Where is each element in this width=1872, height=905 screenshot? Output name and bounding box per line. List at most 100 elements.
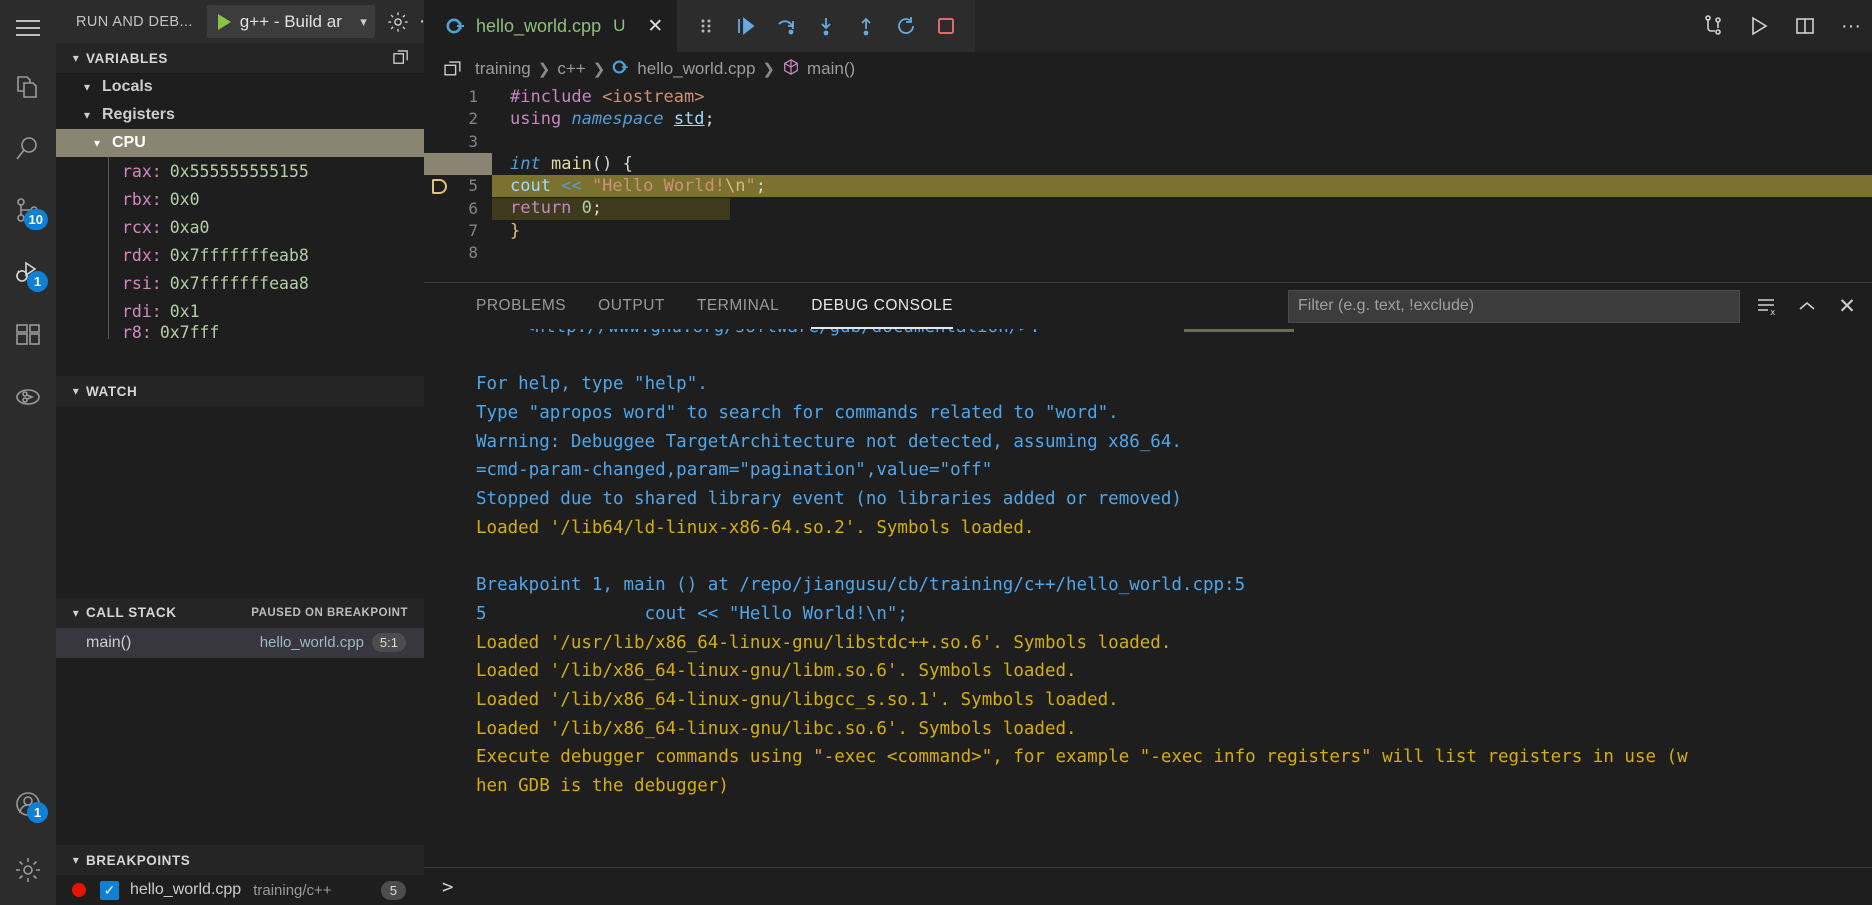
debug-settings-gear-icon[interactable]: [387, 9, 409, 35]
editor-actions: ···: [1698, 0, 1872, 52]
chevron-down-icon[interactable]: ▾: [88, 136, 106, 150]
step-over-icon[interactable]: [771, 11, 801, 41]
breakpoint-path: training/c++: [253, 881, 332, 899]
toggle-panel-icon[interactable]: [438, 54, 468, 84]
stop-icon[interactable]: [931, 11, 961, 41]
chevron-down-icon[interactable]: ▾: [78, 108, 96, 122]
accounts-icon[interactable]: 1: [0, 773, 56, 835]
clear-console-icon[interactable]: x: [1754, 293, 1780, 319]
maximize-panel-icon[interactable]: [1794, 293, 1820, 319]
callstack-frame-row[interactable]: main() hello_world.cpp 5:1: [56, 627, 424, 658]
start-debug-play-icon[interactable]: [217, 13, 231, 30]
editor-gutter[interactable]: 1 2 3 4 5 6 7 8: [424, 86, 492, 282]
source-control-graph-icon[interactable]: [1698, 11, 1728, 41]
extensions-icon[interactable]: [0, 304, 56, 366]
debug-configuration-dropdown[interactable]: g++ - Build ar ▾: [206, 5, 375, 39]
source-control-icon[interactable]: 10: [0, 180, 56, 242]
register-row[interactable]: rsi: 0x7fffffffeaa8: [56, 269, 424, 298]
breadcrumb-item-cpp[interactable]: c++: [557, 59, 585, 79]
console-line: Warning: Debuggee TargetArchitecture not…: [476, 428, 1872, 457]
settings-gear-icon[interactable]: [0, 835, 56, 905]
panel-actions: Filter (e.g. text, !exclude) x ✕: [1288, 289, 1872, 323]
close-icon[interactable]: ✕: [647, 17, 663, 36]
register-value: 0x555555555155: [169, 161, 309, 181]
variables-tree[interactable]: ▾ Locals ▾ Registers ▾ CPU rax: 0x555555…: [56, 73, 424, 377]
code-line: return 0;: [510, 198, 603, 219]
console-line: Loaded '/lib/x86_64-linux-gnu/libgcc_s.s…: [476, 686, 1872, 715]
breadcrumb-label: main(): [807, 59, 856, 78]
step-into-icon[interactable]: [811, 11, 841, 41]
register-row-partial[interactable]: r8: 0x7fff: [56, 325, 424, 340]
register-row[interactable]: rdx: 0x7fffffffeab8: [56, 241, 424, 270]
code-editor[interactable]: 1 2 3 4 5 6 7 8 #include <iostream> usin…: [424, 86, 1872, 282]
console-text: Stopped due to shared library event (no …: [476, 489, 1182, 510]
callstack-list[interactable]: main() hello_world.cpp 5:1: [56, 627, 424, 845]
variables-section-header[interactable]: ▾ VARIABLES: [56, 43, 424, 74]
watch-section-header[interactable]: ▾ WATCH: [56, 376, 424, 407]
breakpoint-dot-icon[interactable]: [72, 883, 86, 897]
tab-label: OUTPUT: [598, 297, 665, 314]
testing-icon[interactable]: [0, 366, 56, 428]
breakpoints-section-header[interactable]: ▾ BREAKPOINTS: [56, 845, 424, 875]
chevron-down-icon[interactable]: ▾: [360, 14, 367, 30]
chevron-down-icon[interactable]: ▾: [66, 384, 86, 398]
step-out-icon[interactable]: [851, 11, 881, 41]
tab-debug-console[interactable]: DEBUG CONSOLE: [811, 283, 953, 329]
chevron-down-icon[interactable]: ▾: [66, 853, 86, 867]
breakpoint-checkbox[interactable]: ✓: [100, 880, 119, 900]
line-number: 6: [468, 198, 478, 218]
drag-handle-icon[interactable]: [691, 11, 721, 41]
close-panel-icon[interactable]: ✕: [1834, 293, 1860, 319]
explorer-icon[interactable]: [0, 56, 56, 118]
search-icon[interactable]: [0, 118, 56, 180]
callstack-label: CALL STACK: [86, 605, 177, 621]
line-number: 5: [468, 176, 478, 196]
line-number: 8: [468, 243, 478, 263]
breakpoint-current-arrow-icon[interactable]: [432, 179, 447, 195]
variables-node-registers[interactable]: ▾ Registers: [56, 101, 424, 129]
collapse-all-icon[interactable]: [393, 49, 414, 67]
callstack-section-header[interactable]: ▾ CALL STACK PAUSED ON BREAKPOINT: [56, 597, 424, 628]
debug-sidebar: RUN AND DEB... g++ - Build ar ▾ ··· ▾ VA…: [56, 0, 424, 905]
register-row[interactable]: rax: 0x555555555155: [56, 157, 424, 186]
code-line: int main() {: [510, 153, 633, 174]
breadcrumb-item-training[interactable]: training: [475, 59, 531, 79]
console-line: 5 cout << "Hello World!\n";: [476, 600, 1872, 629]
chevron-down-icon[interactable]: ▾: [66, 51, 86, 65]
debug-console-output[interactable]: <http://www.gnu.org/software/gdb/documen…: [424, 329, 1872, 867]
menu-icon[interactable]: [0, 0, 56, 56]
breakpoint-file: hello_world.cpp: [130, 881, 242, 898]
svg-text:x: x: [1770, 308, 1776, 316]
register-row[interactable]: rcx: 0xa0: [56, 213, 424, 242]
register-name: rcx:: [122, 217, 162, 237]
console-line: <http://www.gnu.org/software/gdb/documen…: [476, 329, 1872, 342]
chevron-down-icon[interactable]: ▾: [78, 80, 96, 94]
run-and-debug-icon[interactable]: 1: [0, 242, 56, 304]
tab-terminal[interactable]: TERMINAL: [697, 283, 779, 329]
breakpoint-row[interactable]: ✓ hello_world.cpp training/c++ 5: [56, 875, 424, 905]
tab-output[interactable]: OUTPUT: [598, 283, 665, 329]
tree-node-label: Locals: [102, 78, 153, 96]
restart-icon[interactable]: [891, 11, 921, 41]
chevron-down-icon[interactable]: ▾: [66, 606, 86, 620]
tab-problems[interactable]: PROBLEMS: [476, 283, 566, 329]
breakpoints-list[interactable]: ✓ hello_world.cpp training/c++ 5: [56, 875, 424, 905]
register-row[interactable]: rbx: 0x0: [56, 185, 424, 214]
editor-tab-hello-world[interactable]: hello_world.cpp U ✕: [424, 0, 678, 52]
debug-config-label: g++ - Build ar: [239, 11, 342, 31]
debug-console-input[interactable]: >: [424, 867, 1872, 905]
continue-icon[interactable]: [731, 11, 761, 41]
watch-list[interactable]: [56, 406, 424, 598]
split-editor-icon[interactable]: [1790, 11, 1820, 41]
variables-node-cpu[interactable]: ▾ CPU: [56, 129, 424, 158]
run-file-icon[interactable]: [1744, 11, 1774, 41]
breadcrumb-item-symbol[interactable]: main(): [782, 58, 855, 81]
breadcrumb-item-file[interactable]: hello_world.cpp: [612, 58, 755, 81]
variables-node-locals[interactable]: ▾ Locals: [56, 73, 424, 101]
register-row[interactable]: rdi: 0x1: [56, 297, 424, 326]
frame-name: main(): [86, 633, 132, 651]
more-actions-icon[interactable]: ···: [1836, 11, 1866, 41]
code-content[interactable]: #include <iostream> using namespace std;…: [492, 86, 1872, 282]
filter-input[interactable]: Filter (e.g. text, !exclude): [1288, 289, 1740, 323]
